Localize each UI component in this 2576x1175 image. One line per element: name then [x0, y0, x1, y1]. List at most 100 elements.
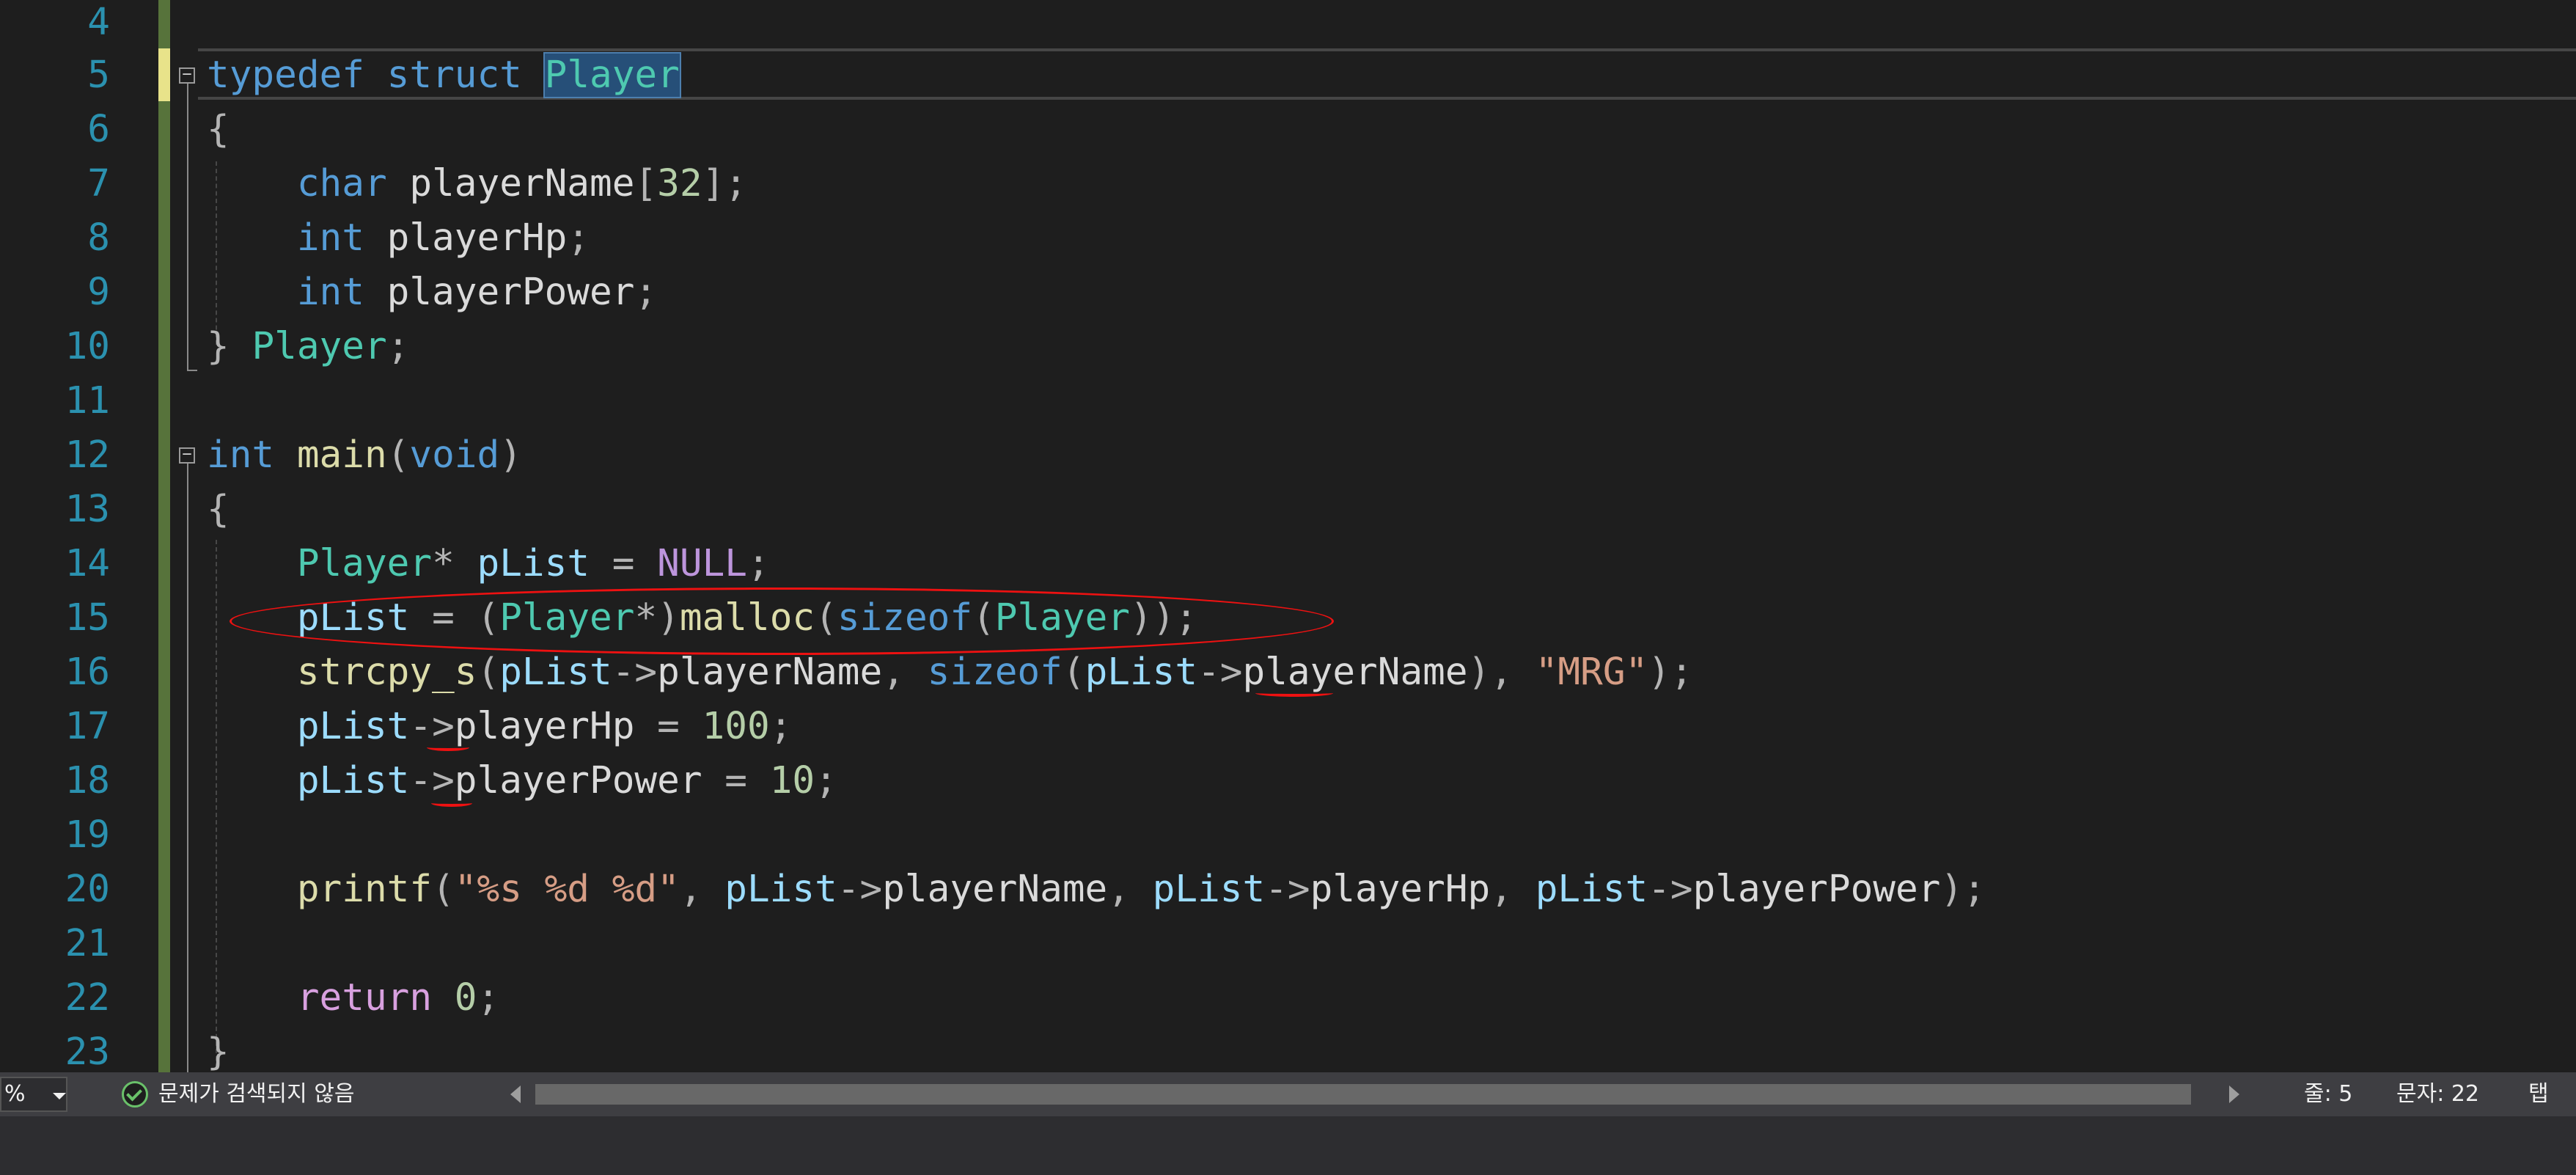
fold-guide: [187, 464, 188, 1072]
operator: *: [432, 542, 455, 585]
unsaved-change-marker: [158, 48, 170, 101]
line-number: 12: [65, 433, 110, 477]
operator: ->: [409, 759, 455, 802]
code-line-8[interactable]: int playerHp;: [207, 211, 590, 266]
keyword: struct: [386, 54, 522, 97]
collapse-main-icon[interactable]: −: [179, 447, 195, 464]
operator: ->: [1197, 651, 1243, 694]
red-ellipse-annotation: [230, 588, 1334, 655]
code-editor[interactable]: 4 5 6 7 8 9 10 11 12 13 14 15 16 17 18 1…: [0, 0, 2576, 1072]
paren: (: [477, 651, 500, 694]
paren: (: [386, 433, 410, 477]
indent-mode[interactable]: 탭: [2528, 1072, 2549, 1116]
field-name: playerPower: [454, 759, 702, 802]
field-name: playerHp: [1310, 868, 1491, 911]
paren: );: [1940, 868, 1986, 911]
paren: ): [499, 433, 522, 477]
scroll-right-arrow-icon[interactable]: [2229, 1086, 2239, 1103]
scroll-left-arrow-icon[interactable]: [510, 1086, 521, 1103]
code-line-18[interactable]: pList->playerPower = 10;: [207, 754, 837, 808]
chevron-down-icon: [53, 1093, 66, 1099]
line-number: 19: [65, 813, 110, 857]
keyword: int: [296, 216, 364, 260]
editor-status-bar: % 문제가 검색되지 않음 줄: 5 문자: 22 탭: [0, 1072, 2576, 1116]
selected-type-name: Player: [543, 52, 681, 98]
comma: ,: [882, 651, 928, 694]
function-name: printf: [296, 868, 433, 911]
field-name: playerHp: [454, 705, 635, 748]
line-number: 8: [87, 216, 110, 260]
line-number: 20: [65, 868, 110, 911]
function-name: main: [296, 433, 387, 477]
code-line-9[interactable]: int playerPower;: [207, 266, 657, 320]
cursor-column[interactable]: 문자: 22: [2396, 1072, 2479, 1116]
line-number: 10: [65, 325, 110, 368]
bracket: ]: [702, 162, 725, 205]
type-name: Player: [252, 325, 387, 368]
code-line-16[interactable]: strcpy_s(pList->playerName, sizeof(pList…: [207, 645, 1693, 700]
keyword: int: [207, 433, 275, 477]
red-underline-annotation: [431, 799, 472, 807]
variable: pList: [1152, 868, 1266, 911]
cursor-line[interactable]: 줄: 5: [2304, 1072, 2352, 1116]
check-circle-icon[interactable]: [122, 1081, 148, 1108]
code-line-23[interactable]: }: [207, 1025, 230, 1072]
bottom-panel: [0, 1116, 2576, 1175]
paren: );: [1648, 651, 1693, 694]
variable: pList: [724, 868, 837, 911]
red-underline-annotation: [427, 744, 469, 751]
horizontal-scrollbar-thumb[interactable]: [535, 1084, 2191, 1105]
code-line-14[interactable]: Player* pList = NULL;: [207, 537, 770, 591]
code-line-20[interactable]: printf("%s %d %d", pList->playerName, pL…: [207, 863, 1986, 917]
issues-status[interactable]: 문제가 검색되지 않음: [158, 1072, 354, 1116]
code-line-5[interactable]: typedef struct Player: [207, 48, 681, 103]
code-line-17[interactable]: pList->playerHp = 100;: [207, 700, 793, 754]
line-number: 7: [87, 162, 110, 205]
function-name: strcpy_s: [296, 651, 477, 694]
semicolon: ;: [746, 542, 770, 585]
code-line-13[interactable]: {: [207, 483, 230, 537]
code-line-22[interactable]: return 0;: [207, 971, 499, 1025]
semicolon: ;: [477, 976, 500, 1020]
code-line-12[interactable]: int main(void): [207, 428, 522, 483]
comma: ,: [1490, 868, 1535, 911]
line-number: 5: [87, 54, 110, 97]
line-number: 16: [65, 651, 110, 694]
line-number: 17: [65, 705, 110, 748]
field-name: playerName: [1242, 651, 1468, 694]
keyword: int: [296, 271, 364, 314]
brace: }: [207, 1031, 230, 1072]
paren: ): [1467, 651, 1491, 694]
fold-guide-end: [187, 370, 197, 371]
code-line-10[interactable]: } Player;: [207, 320, 409, 374]
brace: }: [207, 325, 230, 368]
zoom-dropdown[interactable]: %: [0, 1077, 67, 1112]
bracket: [: [634, 162, 658, 205]
operator: ->: [837, 868, 883, 911]
collapse-struct-icon[interactable]: −: [179, 67, 195, 84]
comma: ,: [1490, 651, 1535, 694]
comma: ,: [1107, 868, 1153, 911]
string-literal: "MRG": [1535, 651, 1648, 694]
brace: {: [207, 108, 230, 151]
code-line-6[interactable]: {: [207, 103, 230, 157]
variable: pList: [499, 651, 612, 694]
code-line-7[interactable]: char playerName[32];: [207, 157, 747, 211]
line-number: 13: [65, 488, 110, 531]
operator: ->: [1648, 868, 1693, 911]
number: 100: [702, 705, 770, 748]
variable: pList: [296, 759, 410, 802]
